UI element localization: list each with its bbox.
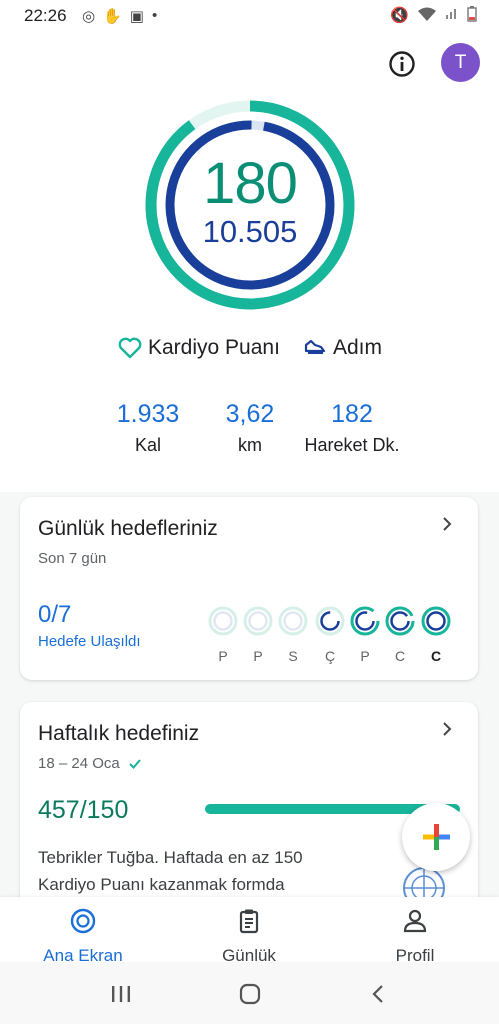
shoe-icon (304, 339, 326, 354)
signal-icon (446, 9, 456, 19)
system-icons: 🔇 (390, 6, 477, 24)
stat-unit: Hareket Dk. (304, 435, 400, 455)
daily-goals-subtitle: Son 7 gün (38, 550, 107, 567)
dot-icon: • (151, 7, 158, 24)
cardio-points-value: 180 (203, 151, 298, 216)
nav-journal[interactable]: Günlük (190, 907, 308, 966)
stat-calories: 1.933 Kal (108, 400, 188, 456)
steps-value: 10.505 (202, 214, 298, 249)
weekly-goal-date-range: 18 – 24 Oca (38, 755, 120, 772)
day-item: P (242, 605, 274, 664)
chevron-right-icon (443, 722, 452, 736)
day-ring-icon (208, 606, 238, 636)
battery-icon (467, 6, 477, 22)
daily-goals-title: Günlük hedefleriniz (38, 517, 218, 540)
day-ring-icon (385, 606, 415, 636)
day-letter: P (360, 648, 370, 664)
cardio-legend: Kardiyo Puanı (118, 336, 280, 360)
bottom-navigation: Ana Ekran Günlük Profil (0, 897, 499, 965)
steps-legend: Adım (303, 336, 382, 360)
daily-goals-card[interactable]: Günlük hedefleriniz Son 7 gün 0/7 Hedefe… (20, 497, 478, 680)
status-time: 22:26 (24, 6, 67, 25)
stat-value: 3,62 (225, 400, 275, 428)
nav-profile[interactable]: Profil (356, 907, 474, 966)
avatar[interactable]: T (441, 43, 480, 82)
avatar-letter: T (454, 51, 467, 73)
day-item: P (207, 605, 239, 664)
weekly-goal-title: Haftalık hedefiniz (38, 722, 200, 745)
day-letter: C (394, 648, 406, 664)
cardio-legend-label: Kardiyo Puanı (148, 336, 280, 359)
system-navigation-bar (0, 962, 499, 1024)
day-item: Ç (314, 605, 346, 664)
check-icon (129, 758, 141, 769)
wifi-icon (418, 7, 436, 21)
stat-distance: 3,62 km (210, 400, 290, 456)
day-letter: Ç (324, 648, 336, 664)
notification-icons: ◎ ✋ ▣ • (82, 7, 157, 25)
recents-icon[interactable] (110, 984, 132, 1004)
status-bar: 22:26 ◎ ✋ ▣ • 🔇 (0, 0, 499, 32)
app-top-bar (0, 32, 499, 92)
image-icon: ▣ (129, 8, 144, 25)
stat-unit: km (238, 435, 262, 455)
back-icon[interactable] (370, 984, 386, 1004)
nav-home[interactable]: Ana Ekran (24, 907, 142, 966)
daily-goals-label: Hedefe Ulaşıldı (38, 633, 141, 650)
add-button[interactable] (402, 803, 470, 871)
daily-goals-value: 0/7 (38, 601, 72, 628)
info-icon[interactable] (388, 50, 416, 78)
person-icon (403, 909, 427, 933)
stat-value: 182 (331, 400, 373, 428)
day-item: C (384, 605, 416, 664)
day-letter: P (218, 648, 228, 664)
clipboard-icon (239, 909, 259, 934)
weekly-goal-value: 457/150 (38, 796, 129, 824)
day-item: S (277, 605, 309, 664)
home-ring-icon (70, 908, 96, 934)
stat-move-minutes: 182 Hareket Dk. (292, 400, 412, 456)
heart-outline-icon (118, 337, 142, 359)
weekly-goal-text: Tebrikler Tuğba. Haftada en az 150 Kardi… (38, 848, 303, 894)
weekly-goal-card[interactable]: Haftalık hedefiniz 18 – 24 Oca 457/150 T… (20, 702, 478, 922)
day-ring-icon (315, 606, 345, 636)
day-item: P (349, 605, 381, 664)
day-letter: S (288, 648, 298, 664)
day-letter: P (253, 648, 263, 664)
home-icon[interactable] (238, 982, 262, 1006)
day-ring-icon (278, 606, 308, 636)
steps-legend-label: Adım (333, 336, 383, 359)
day-ring-icon (421, 606, 451, 636)
day-ring-icon (243, 606, 273, 636)
chevron-right-icon (443, 517, 452, 531)
mute-icon: 🔇 (390, 7, 409, 24)
stat-value: 1.933 (116, 400, 180, 428)
plus-icon (423, 824, 450, 850)
weekly-goal-date: 18 – 24 Oca (38, 755, 142, 772)
stat-unit: Kal (134, 435, 161, 455)
day-letter: C (430, 648, 442, 664)
day-item-today: C (420, 605, 452, 664)
day-ring-icon (350, 606, 380, 636)
hand-icon: ✋ (103, 8, 122, 25)
whatsapp-icon: ◎ (82, 8, 96, 25)
